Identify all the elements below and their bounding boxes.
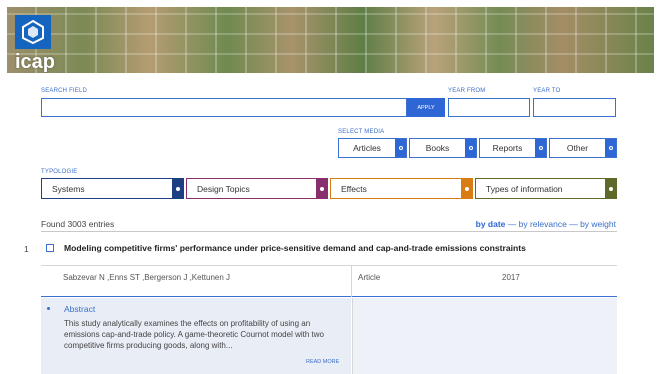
dot-icon <box>461 179 472 198</box>
entry-number: 1 <box>24 244 29 254</box>
typology-design-topics-label: Design Topics <box>197 183 250 194</box>
abstract-panel: Abstract This study analytically examine… <box>41 298 351 374</box>
bullet-icon <box>47 307 50 310</box>
sort-options: by date — by relevance — by weight <box>476 219 616 229</box>
radio-icon <box>535 139 546 157</box>
entry-title[interactable]: Modeling competitive firms' performance … <box>64 243 526 253</box>
year-to-label: YEAR TO <box>533 88 561 94</box>
year-from-label: YEAR FROM <box>448 88 486 94</box>
media-other-button[interactable]: Other <box>549 138 617 158</box>
media-articles-label: Articles <box>353 143 381 153</box>
media-books-button[interactable]: Books <box>409 138 477 158</box>
typology-systems-label: Systems <box>52 183 85 194</box>
entry-year: 2017 <box>502 273 520 282</box>
entry-meta-row: Sabzevar N ,Enns ST ,Bergerson J ,Kettun… <box>41 265 617 297</box>
logo-icon[interactable] <box>15 15 51 49</box>
dot-icon <box>605 179 616 198</box>
logo-text[interactable]: icap <box>15 51 67 73</box>
apply-button[interactable]: APPLY <box>407 98 445 117</box>
column-separator <box>351 266 352 297</box>
sort-separator: — <box>505 219 519 229</box>
sort-separator: — <box>566 219 581 229</box>
typology-types-of-information-dropdown[interactable]: Types of information <box>475 178 617 199</box>
abstract-side-panel <box>352 298 617 374</box>
abstract-text: This study analytically examines the eff… <box>64 319 324 350</box>
typology-label: TYPOLOGIE <box>41 169 78 175</box>
search-field-label: SEARCH FIELD <box>41 88 88 94</box>
media-books-label: Books <box>425 143 450 153</box>
typology-effects-label: Effects <box>341 183 367 194</box>
radio-icon <box>605 139 616 157</box>
dot-icon <box>172 179 183 198</box>
select-media-label: SELECT MEDIA <box>338 129 385 135</box>
entry-authors: Sabzevar N ,Enns ST ,Bergerson J ,Kettun… <box>63 273 231 282</box>
media-reports-label: Reports <box>492 143 523 153</box>
entry-checkbox[interactable] <box>46 244 54 252</box>
divider <box>41 231 617 232</box>
typology-effects-dropdown[interactable]: Effects <box>330 178 473 199</box>
radio-icon <box>465 139 476 157</box>
media-reports-button[interactable]: Reports <box>479 138 547 158</box>
sort-by-date-link[interactable]: by date <box>476 219 506 229</box>
radio-icon <box>395 139 406 157</box>
media-other-label: Other <box>566 143 589 153</box>
header-banner: icap <box>7 7 654 73</box>
results-count: Found 3003 entries <box>41 219 115 229</box>
sort-by-weight-link[interactable]: by weight <box>580 219 616 229</box>
sort-by-relevance-link[interactable]: by relevance <box>519 219 567 229</box>
typology-design-topics-dropdown[interactable]: Design Topics <box>186 178 328 199</box>
read-more-link[interactable]: READ MORE <box>306 359 339 365</box>
year-from-input[interactable] <box>448 98 530 117</box>
search-input[interactable] <box>41 98 407 117</box>
dot-icon <box>316 179 327 198</box>
typology-types-of-information-label: Types of information <box>486 183 563 194</box>
entry-type: Article <box>358 273 381 282</box>
typology-systems-dropdown[interactable]: Systems <box>41 178 184 199</box>
abstract-toggle[interactable]: Abstract <box>64 304 95 314</box>
media-articles-button[interactable]: Articles <box>338 138 407 158</box>
year-to-input[interactable] <box>533 98 616 117</box>
